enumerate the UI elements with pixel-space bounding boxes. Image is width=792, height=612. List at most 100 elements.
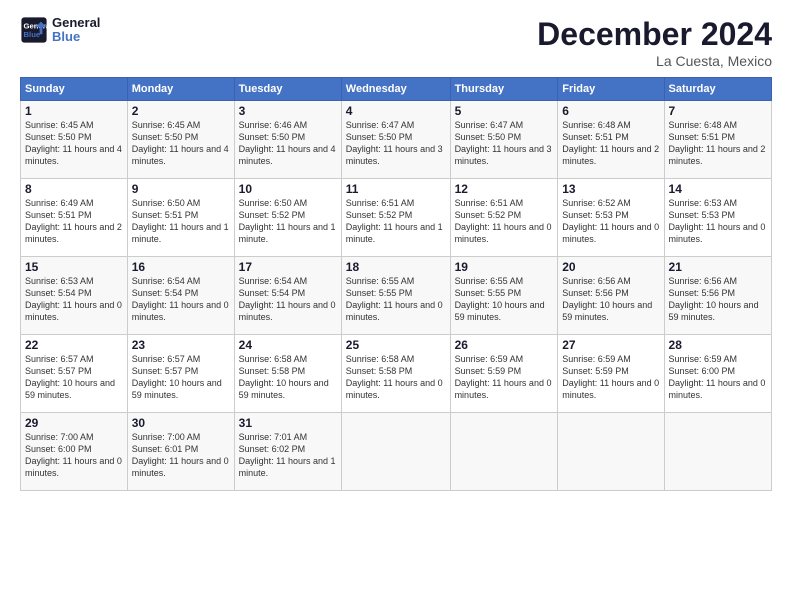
day-info: Sunrise: 6:56 AMSunset: 5:56 PMDaylight:…	[669, 275, 767, 324]
calendar-cell: 9Sunrise: 6:50 AMSunset: 5:51 PMDaylight…	[127, 179, 234, 257]
day-number: 5	[455, 104, 554, 118]
calendar-cell: 3Sunrise: 6:46 AMSunset: 5:50 PMDaylight…	[234, 101, 341, 179]
calendar-cell: 11Sunrise: 6:51 AMSunset: 5:52 PMDayligh…	[341, 179, 450, 257]
calendar-week-row: 29Sunrise: 7:00 AMSunset: 6:00 PMDayligh…	[21, 413, 772, 491]
calendar-cell: 15Sunrise: 6:53 AMSunset: 5:54 PMDayligh…	[21, 257, 128, 335]
calendar-cell: 6Sunrise: 6:48 AMSunset: 5:51 PMDaylight…	[558, 101, 664, 179]
day-info: Sunrise: 6:54 AMSunset: 5:54 PMDaylight:…	[132, 275, 230, 324]
calendar-week-row: 1Sunrise: 6:45 AMSunset: 5:50 PMDaylight…	[21, 101, 772, 179]
day-info: Sunrise: 6:46 AMSunset: 5:50 PMDaylight:…	[239, 119, 337, 168]
day-number: 28	[669, 338, 767, 352]
day-number: 8	[25, 182, 123, 196]
day-number: 27	[562, 338, 659, 352]
logo-line1: General	[52, 15, 100, 30]
weekday-header: Tuesday	[234, 78, 341, 101]
calendar-cell	[341, 413, 450, 491]
calendar-cell: 16Sunrise: 6:54 AMSunset: 5:54 PMDayligh…	[127, 257, 234, 335]
day-info: Sunrise: 6:59 AMSunset: 5:59 PMDaylight:…	[562, 353, 659, 402]
calendar-cell: 27Sunrise: 6:59 AMSunset: 5:59 PMDayligh…	[558, 335, 664, 413]
day-info: Sunrise: 6:51 AMSunset: 5:52 PMDaylight:…	[346, 197, 446, 246]
day-info: Sunrise: 6:48 AMSunset: 5:51 PMDaylight:…	[562, 119, 659, 168]
calendar-cell: 14Sunrise: 6:53 AMSunset: 5:53 PMDayligh…	[664, 179, 771, 257]
day-info: Sunrise: 6:45 AMSunset: 5:50 PMDaylight:…	[25, 119, 123, 168]
day-number: 15	[25, 260, 123, 274]
calendar-cell	[450, 413, 558, 491]
day-number: 29	[25, 416, 123, 430]
calendar-cell: 10Sunrise: 6:50 AMSunset: 5:52 PMDayligh…	[234, 179, 341, 257]
day-number: 13	[562, 182, 659, 196]
day-number: 19	[455, 260, 554, 274]
calendar-table: SundayMondayTuesdayWednesdayThursdayFrid…	[20, 77, 772, 491]
calendar-cell: 2Sunrise: 6:45 AMSunset: 5:50 PMDaylight…	[127, 101, 234, 179]
day-number: 16	[132, 260, 230, 274]
day-info: Sunrise: 6:55 AMSunset: 5:55 PMDaylight:…	[455, 275, 554, 324]
day-info: Sunrise: 6:51 AMSunset: 5:52 PMDaylight:…	[455, 197, 554, 246]
title-section: December 2024 La Cuesta, Mexico	[537, 16, 772, 69]
calendar-cell: 17Sunrise: 6:54 AMSunset: 5:54 PMDayligh…	[234, 257, 341, 335]
day-info: Sunrise: 6:59 AMSunset: 6:00 PMDaylight:…	[669, 353, 767, 402]
day-number: 11	[346, 182, 446, 196]
calendar-cell: 22Sunrise: 6:57 AMSunset: 5:57 PMDayligh…	[21, 335, 128, 413]
day-info: Sunrise: 7:00 AMSunset: 6:01 PMDaylight:…	[132, 431, 230, 480]
calendar-cell: 20Sunrise: 6:56 AMSunset: 5:56 PMDayligh…	[558, 257, 664, 335]
calendar-cell: 8Sunrise: 6:49 AMSunset: 5:51 PMDaylight…	[21, 179, 128, 257]
calendar-cell: 1Sunrise: 6:45 AMSunset: 5:50 PMDaylight…	[21, 101, 128, 179]
day-number: 26	[455, 338, 554, 352]
day-info: Sunrise: 6:54 AMSunset: 5:54 PMDaylight:…	[239, 275, 337, 324]
day-number: 4	[346, 104, 446, 118]
calendar-cell: 31Sunrise: 7:01 AMSunset: 6:02 PMDayligh…	[234, 413, 341, 491]
weekday-header: Monday	[127, 78, 234, 101]
calendar-cell: 24Sunrise: 6:58 AMSunset: 5:58 PMDayligh…	[234, 335, 341, 413]
calendar-cell: 30Sunrise: 7:00 AMSunset: 6:01 PMDayligh…	[127, 413, 234, 491]
calendar-week-row: 22Sunrise: 6:57 AMSunset: 5:57 PMDayligh…	[21, 335, 772, 413]
day-info: Sunrise: 6:56 AMSunset: 5:56 PMDaylight:…	[562, 275, 659, 324]
svg-text:Blue: Blue	[24, 30, 41, 39]
calendar-cell: 19Sunrise: 6:55 AMSunset: 5:55 PMDayligh…	[450, 257, 558, 335]
weekday-header: Thursday	[450, 78, 558, 101]
day-number: 1	[25, 104, 123, 118]
day-info: Sunrise: 6:57 AMSunset: 5:57 PMDaylight:…	[25, 353, 123, 402]
header: General Blue General Blue December 2024 …	[20, 16, 772, 69]
calendar-cell: 18Sunrise: 6:55 AMSunset: 5:55 PMDayligh…	[341, 257, 450, 335]
day-number: 3	[239, 104, 337, 118]
day-info: Sunrise: 6:58 AMSunset: 5:58 PMDaylight:…	[239, 353, 337, 402]
day-number: 31	[239, 416, 337, 430]
weekday-header: Wednesday	[341, 78, 450, 101]
day-info: Sunrise: 6:49 AMSunset: 5:51 PMDaylight:…	[25, 197, 123, 246]
day-info: Sunrise: 6:50 AMSunset: 5:52 PMDaylight:…	[239, 197, 337, 246]
calendar-cell: 25Sunrise: 6:58 AMSunset: 5:58 PMDayligh…	[341, 335, 450, 413]
calendar-cell: 21Sunrise: 6:56 AMSunset: 5:56 PMDayligh…	[664, 257, 771, 335]
calendar-cell: 4Sunrise: 6:47 AMSunset: 5:50 PMDaylight…	[341, 101, 450, 179]
page-container: General Blue General Blue December 2024 …	[0, 0, 792, 501]
logo-text: General Blue	[52, 16, 100, 45]
day-info: Sunrise: 6:59 AMSunset: 5:59 PMDaylight:…	[455, 353, 554, 402]
weekday-header: Friday	[558, 78, 664, 101]
calendar-cell: 7Sunrise: 6:48 AMSunset: 5:51 PMDaylight…	[664, 101, 771, 179]
logo-icon: General Blue	[20, 16, 48, 44]
day-number: 25	[346, 338, 446, 352]
day-info: Sunrise: 6:45 AMSunset: 5:50 PMDaylight:…	[132, 119, 230, 168]
day-info: Sunrise: 6:47 AMSunset: 5:50 PMDaylight:…	[455, 119, 554, 168]
day-number: 30	[132, 416, 230, 430]
day-number: 7	[669, 104, 767, 118]
day-number: 20	[562, 260, 659, 274]
weekday-header: Saturday	[664, 78, 771, 101]
day-number: 21	[669, 260, 767, 274]
calendar-cell: 23Sunrise: 6:57 AMSunset: 5:57 PMDayligh…	[127, 335, 234, 413]
day-info: Sunrise: 6:52 AMSunset: 5:53 PMDaylight:…	[562, 197, 659, 246]
day-number: 10	[239, 182, 337, 196]
calendar-cell: 29Sunrise: 7:00 AMSunset: 6:00 PMDayligh…	[21, 413, 128, 491]
calendar-week-row: 8Sunrise: 6:49 AMSunset: 5:51 PMDaylight…	[21, 179, 772, 257]
logo-line2: Blue	[52, 29, 80, 44]
day-info: Sunrise: 6:53 AMSunset: 5:53 PMDaylight:…	[669, 197, 767, 246]
calendar-cell	[558, 413, 664, 491]
month-title: December 2024	[537, 16, 772, 53]
day-number: 9	[132, 182, 230, 196]
day-info: Sunrise: 6:57 AMSunset: 5:57 PMDaylight:…	[132, 353, 230, 402]
day-number: 18	[346, 260, 446, 274]
day-info: Sunrise: 6:48 AMSunset: 5:51 PMDaylight:…	[669, 119, 767, 168]
day-info: Sunrise: 6:58 AMSunset: 5:58 PMDaylight:…	[346, 353, 446, 402]
calendar-cell: 13Sunrise: 6:52 AMSunset: 5:53 PMDayligh…	[558, 179, 664, 257]
location: La Cuesta, Mexico	[537, 53, 772, 69]
day-number: 12	[455, 182, 554, 196]
